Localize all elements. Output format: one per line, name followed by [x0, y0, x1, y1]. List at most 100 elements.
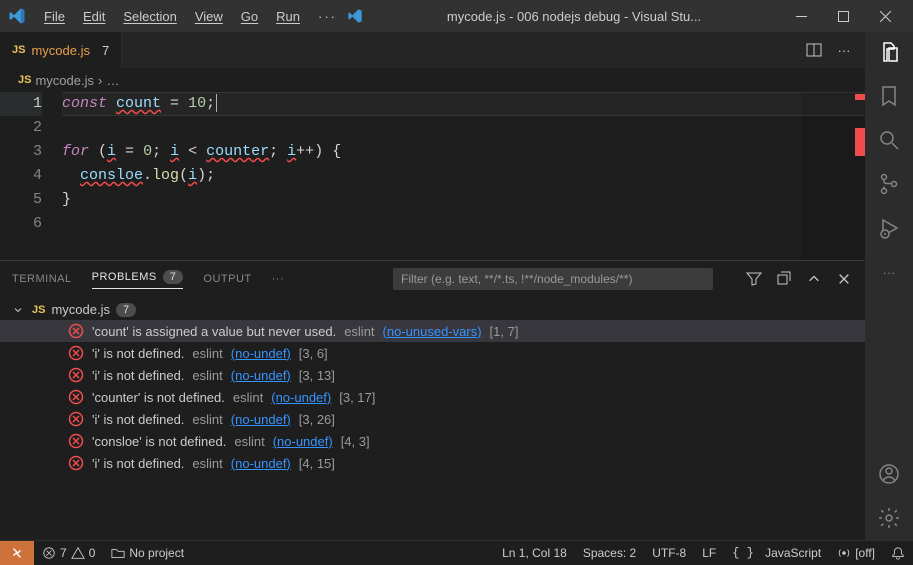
problems-count-badge: 7	[163, 270, 184, 284]
problems-list[interactable]: JS mycode.js 7 'count' is assigned a val…	[0, 297, 865, 540]
more-icon[interactable]: ···	[877, 260, 901, 284]
problem-source: eslint	[233, 390, 263, 405]
accounts-icon[interactable]	[877, 462, 901, 486]
code-line-4[interactable]: consloe.log(i);	[62, 164, 865, 188]
bookmark-icon[interactable]	[877, 84, 901, 108]
status-eol[interactable]: LF	[694, 546, 724, 560]
problem-rule-link[interactable]: (no-undef)	[231, 346, 291, 361]
maximize-button[interactable]	[823, 0, 863, 32]
breadcrumb-file: mycode.js	[35, 73, 94, 88]
window-title: mycode.js - 006 nodejs debug - Visual St…	[369, 9, 779, 24]
menu-overflow[interactable]: ···	[310, 5, 345, 28]
chevron-down-icon	[12, 304, 26, 316]
tab-output[interactable]: OUTPUT	[203, 273, 251, 285]
split-editor-icon[interactable]	[805, 41, 823, 59]
vscode-center-icon	[347, 8, 363, 24]
problem-location: [3, 6]	[299, 346, 328, 361]
code-line-2[interactable]	[62, 116, 865, 140]
problems-filter-input[interactable]	[393, 268, 713, 290]
tab-label: mycode.js	[31, 43, 90, 58]
broadcast-icon	[837, 546, 851, 560]
status-indentation[interactable]: Spaces: 2	[575, 546, 644, 560]
search-icon[interactable]	[877, 128, 901, 152]
file-problem-count: 7	[116, 303, 136, 317]
tab-more-icon[interactable]: ···	[835, 41, 853, 59]
problem-rule-link[interactable]: (no-undef)	[231, 456, 291, 471]
minimize-button[interactable]	[781, 0, 821, 32]
close-button[interactable]	[865, 0, 905, 32]
code-line-1[interactable]: const count = 10;	[62, 92, 865, 116]
menu-selection[interactable]: Selection	[115, 5, 184, 28]
tab-terminal[interactable]: TERMINAL	[12, 273, 72, 285]
editor-tabs: JS mycode.js 7 ···	[0, 32, 865, 68]
chevron-up-icon[interactable]	[805, 270, 823, 288]
menu-run[interactable]: Run	[268, 5, 308, 28]
problems-file-row[interactable]: JS mycode.js 7	[0, 299, 865, 320]
problem-rule-link[interactable]: (no-undef)	[231, 368, 291, 383]
error-icon	[68, 411, 84, 427]
status-project[interactable]: No project	[103, 546, 192, 560]
status-problems[interactable]: 7 0	[34, 546, 103, 560]
status-language[interactable]: { } JavaScript	[724, 546, 829, 560]
menu-view[interactable]: View	[187, 5, 231, 28]
js-file-icon: JS	[12, 44, 25, 56]
minimap[interactable]	[801, 92, 865, 260]
tab-mycode[interactable]: JS mycode.js 7	[0, 32, 122, 68]
files-icon[interactable]	[877, 40, 901, 64]
warning-icon	[71, 546, 85, 560]
status-notifications[interactable]	[883, 546, 913, 560]
problem-row[interactable]: 'count' is assigned a value but never us…	[0, 320, 865, 342]
problem-rule-link[interactable]: (no-unused-vars)	[383, 324, 482, 339]
filter-icon[interactable]	[745, 270, 763, 288]
code-line-3[interactable]: for (i = 0; i < counter; i++) {	[62, 140, 865, 164]
menu-go[interactable]: Go	[233, 5, 266, 28]
error-icon	[68, 323, 84, 339]
problem-row[interactable]: 'i' is not defined. eslint(no-undef) [3,…	[0, 364, 865, 386]
problem-row[interactable]: 'i' is not defined. eslint(no-undef) [3,…	[0, 408, 865, 430]
problem-location: [3, 17]	[339, 390, 375, 405]
problem-location: [4, 15]	[299, 456, 335, 471]
source-control-icon[interactable]	[877, 172, 901, 196]
problem-message: 'i' is not defined.	[92, 456, 184, 471]
code-line-6[interactable]	[62, 212, 865, 236]
problem-row[interactable]: 'counter' is not defined. eslint(no-unde…	[0, 386, 865, 408]
problem-location: [1, 7]	[490, 324, 519, 339]
menu-file[interactable]: File	[36, 5, 73, 28]
problem-location: [3, 13]	[299, 368, 335, 383]
code-editor[interactable]: 123456 const count = 10; for (i = 0; i <…	[0, 92, 865, 260]
status-preview[interactable]: [off]	[829, 546, 883, 560]
run-debug-icon[interactable]	[877, 216, 901, 240]
line-gutter: 123456	[0, 92, 62, 260]
problem-row[interactable]: 'i' is not defined. eslint(no-undef) [4,…	[0, 452, 865, 474]
error-icon	[42, 546, 56, 560]
problem-row[interactable]: 'i' is not defined. eslint(no-undef) [3,…	[0, 342, 865, 364]
js-file-icon: JS	[18, 74, 31, 86]
title-bar: File Edit Selection View Go Run ··· myco…	[0, 0, 913, 32]
problem-rule-link[interactable]: (no-undef)	[231, 412, 291, 427]
settings-gear-icon[interactable]	[877, 506, 901, 530]
collapse-all-icon[interactable]	[775, 270, 793, 288]
menu-edit[interactable]: Edit	[75, 5, 113, 28]
panel-overflow[interactable]: ···	[272, 273, 285, 285]
code-line-5[interactable]: }	[62, 188, 865, 212]
bell-icon	[891, 546, 905, 560]
breadcrumb[interactable]: JS mycode.js › …	[0, 68, 865, 92]
problem-rule-link[interactable]: (no-undef)	[273, 434, 333, 449]
problem-row[interactable]: 'consloe' is not defined. eslint (no-unde…	[0, 430, 865, 452]
tab-problem-count: 7	[102, 43, 109, 58]
status-encoding[interactable]: UTF-8	[644, 546, 694, 560]
problem-message: 'consloe' is not defined.	[92, 434, 226, 449]
problem-rule-link[interactable]: (no-undef)	[271, 390, 331, 405]
tab-problems[interactable]: PROBLEMS 7	[92, 270, 184, 289]
problem-message: 'count' is assigned a value but never us…	[92, 324, 336, 339]
remote-button[interactable]	[0, 541, 34, 565]
close-panel-icon[interactable]	[835, 270, 853, 288]
minimap-error-marker	[855, 128, 865, 156]
problem-source: eslint	[234, 434, 264, 449]
folder-icon	[111, 546, 125, 560]
problem-message: 'i' is not defined.	[92, 368, 184, 383]
error-icon	[68, 367, 84, 383]
status-bar: 7 0 No project Ln 1, Col 18 Spaces: 2 UT…	[0, 540, 913, 564]
error-icon	[68, 345, 84, 361]
status-cursor-position[interactable]: Ln 1, Col 18	[494, 546, 575, 560]
